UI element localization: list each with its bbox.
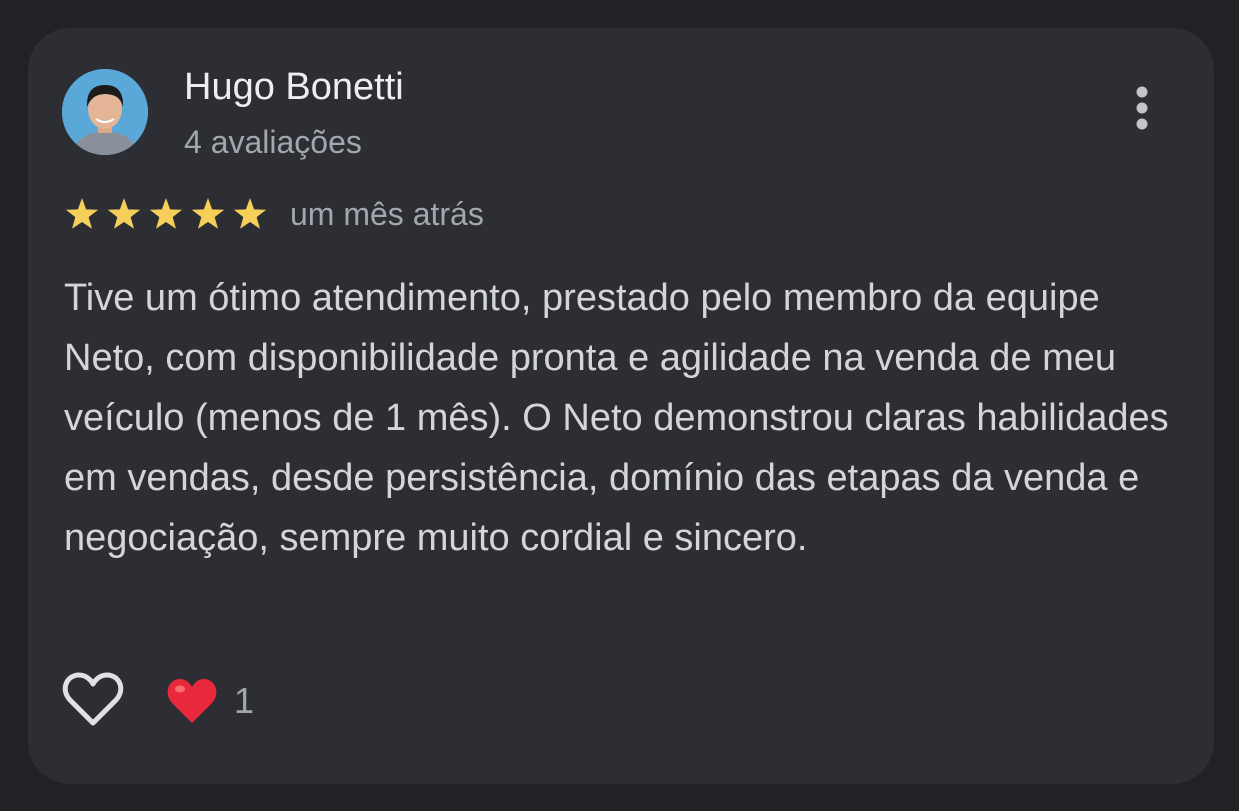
review-text: Tive um ótimo atendimento, prestado pelo… [64,277,1169,559]
star-icon [107,198,141,229]
reaction-summary[interactable]: 1 [166,674,254,728]
heart-outline-icon [62,672,124,726]
more-options-button[interactable] [1124,84,1160,140]
rating-row: um mês atrás [64,192,484,236]
star-icon [233,198,267,229]
like-button[interactable] [62,670,124,730]
star-icon [191,198,225,229]
review-date: um mês atrás [290,195,484,232]
red-heart-icon [167,679,217,723]
star-rating [64,196,274,232]
reaction-count: 1 [234,680,255,721]
more-vertical-icon [1136,86,1148,130]
star-icon [149,198,183,229]
author-review-count: 4 avaliações [184,124,362,160]
avatar[interactable] [62,69,148,155]
review-card: Hugo Bonetti 4 avaliações um mês atrás T… [28,28,1214,784]
star-icon [65,198,99,229]
author-name[interactable]: Hugo Bonetti [184,66,404,109]
